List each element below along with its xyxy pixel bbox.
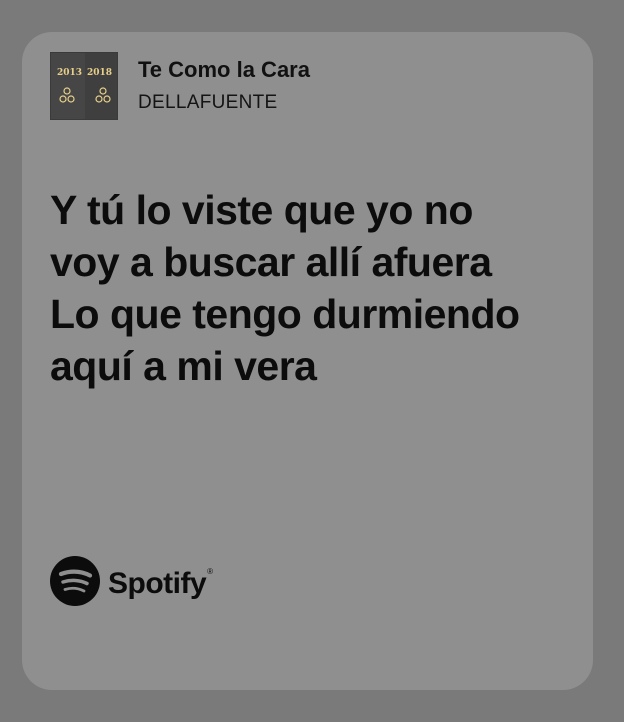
album-cover-image: 2013 2018: [50, 52, 118, 120]
track-header: 2013 2018 Te Como la Cara DELLAFUENTE: [50, 52, 310, 120]
track-title: Te Como la Cara: [138, 57, 310, 82]
track-artist: DELLAFUENTE: [138, 92, 278, 113]
lyrics-block: Y tú lo viste que yo no voy a buscar all…: [50, 184, 550, 392]
lyric-line: Y tú lo viste que yo no voy a buscar all…: [50, 187, 492, 285]
spotify-logo-icon: [50, 556, 100, 611]
track-info: Te Como la Cara DELLAFUENTE: [138, 56, 310, 116]
svg-text:2018: 2018: [87, 68, 112, 78]
svg-text:2013: 2013: [57, 68, 82, 78]
spotify-wordmark: Spotify®: [108, 566, 213, 600]
lyric-line: Lo que tengo durmiendo aquí a mi vera: [50, 291, 520, 389]
spotify-brand: Spotify®: [50, 556, 213, 611]
